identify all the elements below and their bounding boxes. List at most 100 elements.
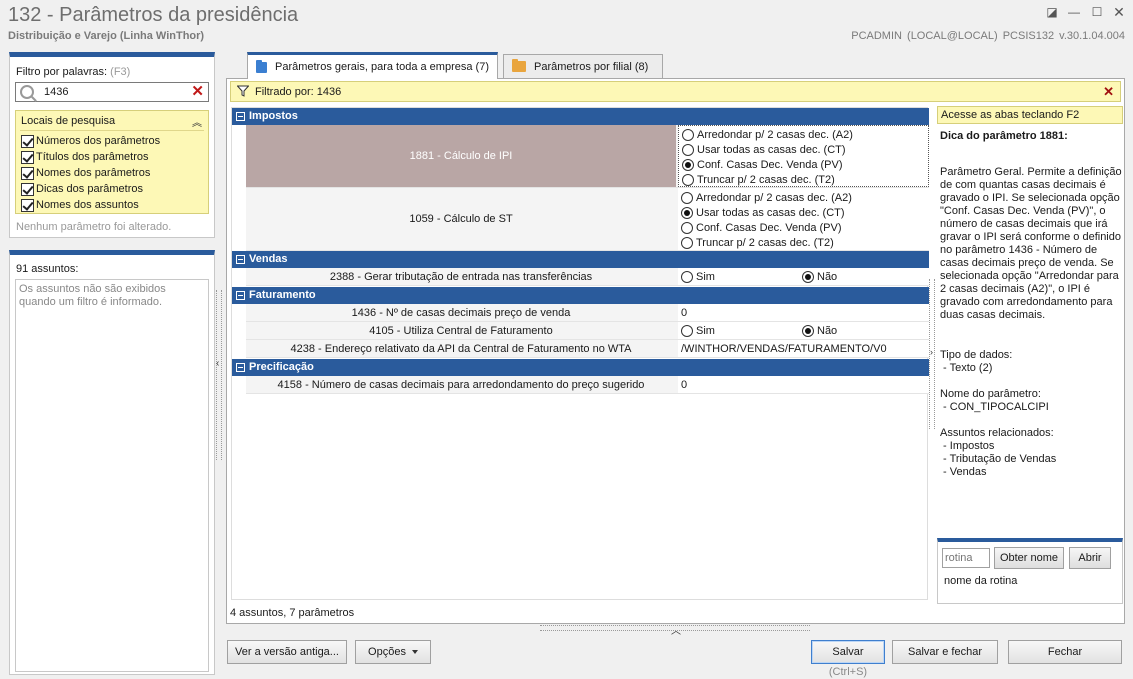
restore-icon[interactable]: ◪ [1044, 4, 1060, 20]
radio-button[interactable] [682, 173, 694, 186]
checkbox-row[interactable]: Dicas dos parâmetros [21, 181, 143, 197]
clear-filter-icon[interactable]: ✕ [1103, 84, 1114, 100]
radio-option-no[interactable]: Não [802, 269, 837, 284]
param-value: 0 [681, 306, 688, 319]
radio-button-selected[interactable] [802, 324, 814, 337]
routine-input[interactable] [942, 548, 990, 568]
radio-button[interactable] [681, 221, 693, 234]
search-input[interactable]: 1436 ✕ [15, 82, 209, 102]
help-panel: Acesse as abas teclando F2 Dica do parâm… [937, 106, 1123, 604]
salvar-shortcut: (Ctrl+S) [828, 666, 868, 678]
radio-label: Sim [696, 324, 715, 337]
radio-label: Usar todas as casas dec. (CT) [696, 206, 845, 219]
radio-option[interactable]: Usar todas as casas dec. (CT) [682, 142, 846, 157]
radio-option-no[interactable]: Não [802, 323, 837, 338]
radio-option[interactable]: Conf. Casas Dec. Venda (PV) [681, 220, 842, 235]
checkbox-checked[interactable] [21, 198, 34, 212]
fechar-button[interactable]: Fechar [1008, 640, 1122, 664]
collapse-up-icon[interactable]: ︿ [671, 622, 681, 637]
checkbox-row[interactable]: Nomes dos assuntos [21, 197, 139, 213]
radio-button[interactable] [681, 191, 693, 204]
radio-label: Truncar p/ 2 casas dec. (T2) [696, 236, 834, 249]
tab-parametros-filial[interactable]: Parâmetros por filial (8) [503, 54, 663, 78]
subjects-count: 91 assuntos: [16, 263, 79, 275]
checkbox-checked[interactable] [21, 150, 34, 164]
window-title: 132 - Parâmetros da presidência [8, 4, 299, 26]
collapse-group-icon[interactable] [236, 112, 245, 121]
minimize-icon[interactable]: — [1066, 4, 1082, 20]
radio-option[interactable]: Arredondar p/ 2 casas dec. (A2) [681, 190, 852, 205]
radio-option[interactable]: Usar todas as casas dec. (CT) [681, 205, 845, 220]
radio-label: Conf. Casas Dec. Venda (PV) [696, 221, 842, 234]
radio-button-selected[interactable] [802, 270, 814, 283]
checkbox-checked[interactable] [21, 134, 34, 148]
param-row-2388[interactable]: 2388 - Gerar tributação de entrada nas t… [246, 268, 929, 286]
radio-option[interactable]: Truncar p/ 2 casas dec. (T2) [682, 172, 835, 187]
abrir-button[interactable]: Abrir [1069, 547, 1111, 569]
radio-option-yes[interactable]: Sim [681, 269, 715, 284]
param-value-text[interactable]: 0 [678, 376, 929, 393]
clear-search-icon[interactable]: ✕ [191, 83, 204, 101]
group-header-faturamento[interactable]: Faturamento [232, 287, 929, 304]
close-icon[interactable]: ✕ [1111, 4, 1127, 20]
radio-option[interactable]: Arredondar p/ 2 casas dec. (A2) [682, 127, 853, 142]
checkbox-checked[interactable] [21, 166, 34, 180]
radio-button[interactable] [681, 324, 693, 337]
group-header-vendas[interactable]: Vendas [232, 251, 929, 268]
param-value-text[interactable]: 0 [678, 304, 929, 321]
subjects-list[interactable]: Os assuntos não são exibidos quando um f… [15, 279, 209, 672]
radio-button[interactable] [682, 143, 694, 156]
radio-button[interactable] [681, 270, 693, 283]
checkbox-checked[interactable] [21, 182, 34, 196]
param-value-radio-group: Arredondar p/ 2 casas dec. (A2) Usar tod… [678, 188, 929, 250]
param-row-4238[interactable]: 4238 - Endereço relativato da API da Cen… [246, 340, 929, 358]
vertical-splitter[interactable] [216, 290, 222, 460]
search-locations-box: Locais de pesquisa ︽ Números dos parâmet… [15, 110, 209, 214]
radio-option[interactable]: Truncar p/ 2 casas dec. (T2) [681, 235, 834, 250]
help-param-name: Nome do parâmetro: - CON_TIPOCALCIPI [940, 388, 1049, 413]
maximize-icon[interactable]: ☐ [1089, 4, 1105, 20]
salvar-e-fechar-button[interactable]: Salvar e fechar [892, 640, 998, 664]
radio-label: Arredondar p/ 2 casas dec. (A2) [696, 191, 852, 204]
subjects-panel: 91 assuntos: Os assuntos não são exibido… [9, 250, 215, 675]
radio-label: Não [817, 270, 838, 283]
radio-button[interactable] [681, 236, 693, 249]
collapse-group-icon[interactable] [236, 291, 245, 300]
collapse-chevron-icon[interactable]: ︽ [192, 114, 202, 129]
collapse-group-icon[interactable] [236, 255, 245, 264]
opcoes-label: Opções [368, 646, 406, 658]
collapse-left-icon[interactable]: ‹ [216, 358, 219, 369]
param-row-1881[interactable]: 1881 - Cálculo de IPI Arredondar p/ 2 ca… [246, 125, 929, 188]
radio-button-selected[interactable] [682, 158, 694, 171]
radio-option[interactable]: Conf. Casas Dec. Venda (PV) [682, 157, 843, 172]
salvar-button[interactable]: Salvar [811, 640, 885, 664]
chevron-down-icon [411, 650, 418, 654]
filter-label: Filtro por palavras: (F3) [16, 66, 130, 78]
obter-nome-button[interactable]: Obter nome [994, 547, 1064, 569]
checkbox-row[interactable]: Títulos dos parâmetros [21, 149, 149, 165]
param-name: 1881 - Cálculo de IPI [246, 125, 676, 187]
param-row-1436[interactable]: 1436 - Nº de casas decimais preço de ven… [246, 304, 929, 322]
radio-label: Não [817, 324, 838, 337]
radio-label: Arredondar p/ 2 casas dec. (A2) [697, 128, 853, 141]
checkbox-row[interactable]: Números dos parâmetros [21, 133, 160, 149]
ver-versao-antiga-button[interactable]: Ver a versão antiga... [227, 640, 347, 664]
group-header-precificacao[interactable]: Precificação [232, 359, 929, 376]
collapse-group-icon[interactable] [236, 363, 245, 372]
radio-button[interactable] [682, 128, 694, 141]
collapse-right-icon[interactable]: › [930, 347, 933, 357]
param-row-4105[interactable]: 4105 - Utiliza Central de Faturamento Si… [246, 322, 929, 340]
radio-button-selected[interactable] [681, 206, 693, 219]
opcoes-button[interactable]: Opções [355, 640, 431, 664]
param-name: 4238 - Endereço relativato da API da Cen… [290, 342, 632, 355]
radio-option-yes[interactable]: Sim [681, 323, 715, 338]
param-row-1059[interactable]: 1059 - Cálculo de ST Arredondar p/ 2 cas… [246, 188, 929, 251]
tab-parametros-gerais[interactable]: Parâmetros gerais, para toda a empresa (… [247, 52, 498, 79]
param-row-4158[interactable]: 4158 - Número de casas decimais para arr… [246, 376, 929, 394]
group-header-impostos[interactable]: Impostos [232, 108, 929, 125]
checkbox-label: Dicas dos parâmetros [36, 183, 143, 195]
checkbox-label: Títulos dos parâmetros [36, 151, 149, 163]
checkbox-row[interactable]: Nomes dos parâmetros [21, 165, 150, 181]
param-value-text[interactable]: /WINTHOR/VENDAS/FATURAMENTO/V0 [678, 340, 929, 357]
checkbox-label: Números dos parâmetros [36, 135, 161, 147]
